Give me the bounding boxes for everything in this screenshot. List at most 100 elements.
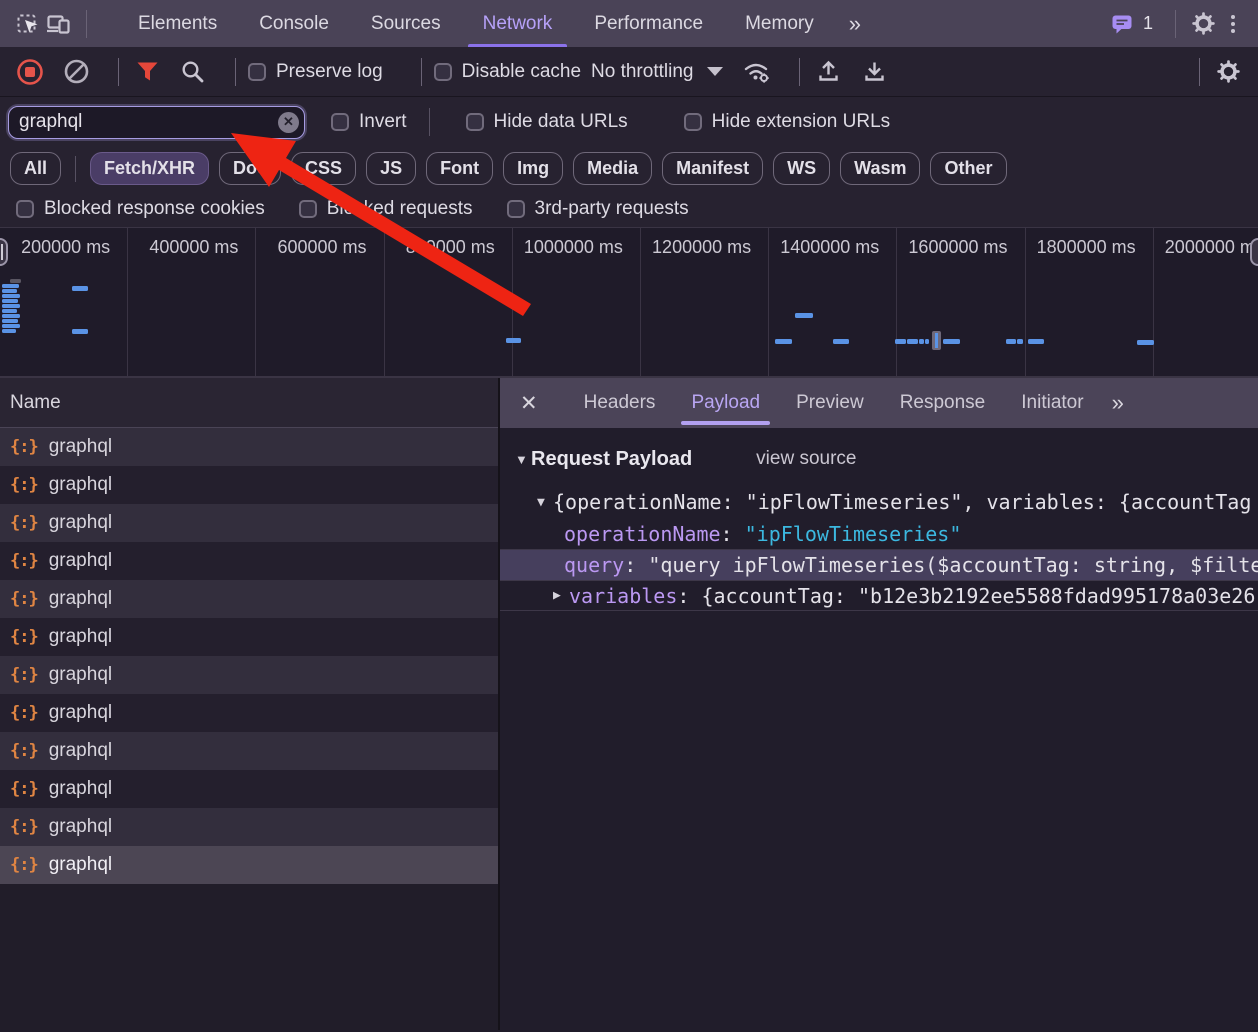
timeline-request-bar[interactable] xyxy=(795,313,813,318)
payload-root-row[interactable]: ▼ {operationName: "ipFlowTimeseries", va… xyxy=(500,486,1258,518)
preserve-log-checkbox[interactable]: Preserve log xyxy=(248,61,383,83)
expander-icon[interactable]: ▼ xyxy=(537,495,553,510)
search-button[interactable] xyxy=(177,56,209,88)
network-overview-timeline[interactable]: 200000 ms 400000 ms 600000 ms 800000 ms … xyxy=(0,228,1258,378)
request-row[interactable]: {:} graphql xyxy=(0,504,498,542)
more-details-tabs-button[interactable]: » xyxy=(1102,390,1132,416)
timeline-request-bar[interactable] xyxy=(1137,340,1154,345)
panel-tab[interactable]: Elements xyxy=(117,0,238,47)
timeline-request-bar[interactable] xyxy=(72,329,88,334)
filter-chip[interactable]: CSS xyxy=(291,152,356,185)
details-tab[interactable]: Response xyxy=(882,378,1004,428)
hide-extension-urls-checkbox[interactable]: Hide extension URLs xyxy=(684,111,890,133)
expander-icon[interactable]: ▶ xyxy=(553,588,569,603)
panel-tab[interactable]: Sources xyxy=(350,0,462,47)
timeline-request-bar[interactable] xyxy=(833,339,849,344)
timeline-request-bar[interactable] xyxy=(2,319,18,323)
details-tab[interactable]: Payload xyxy=(673,378,778,428)
network-settings-button[interactable] xyxy=(1212,56,1244,88)
timeline-request-bar[interactable] xyxy=(2,324,20,328)
name-column-header[interactable]: Name xyxy=(0,378,498,428)
settings-button[interactable] xyxy=(1188,9,1218,39)
request-row[interactable]: {:} graphql xyxy=(0,580,498,618)
hide-data-urls-checkbox[interactable]: Hide data URLs xyxy=(466,111,628,133)
filter-chip[interactable]: JS xyxy=(366,152,416,185)
advanced-filter-checkbox[interactable]: 3rd-party requests xyxy=(507,198,689,220)
timeline-request-bar[interactable] xyxy=(72,286,88,291)
panel-tab[interactable]: Console xyxy=(238,0,350,47)
timeline-request-bar[interactable] xyxy=(907,339,918,344)
details-tab[interactable]: Preview xyxy=(778,378,882,428)
device-toolbar-button[interactable] xyxy=(44,9,74,39)
filter-chip[interactable]: WS xyxy=(773,152,830,185)
payload-row-variables[interactable]: ▶ variables: {accountTag: "b12e3b2192ee5… xyxy=(500,580,1258,611)
details-tab[interactable]: Headers xyxy=(566,378,674,428)
import-har-button[interactable] xyxy=(812,56,844,88)
filter-chip[interactable]: Manifest xyxy=(662,152,763,185)
advanced-filter-checkbox[interactable]: Blocked requests xyxy=(299,198,473,220)
timeline-request-bar[interactable] xyxy=(1017,339,1023,344)
timeline-request-bar[interactable] xyxy=(2,309,17,313)
view-source-link[interactable]: view source xyxy=(756,448,856,470)
filter-chip[interactable]: Wasm xyxy=(840,152,920,185)
filter-chip[interactable]: Other xyxy=(930,152,1006,185)
timeline-scroll-handle-right[interactable] xyxy=(1250,238,1258,266)
inspect-element-button[interactable] xyxy=(14,9,44,39)
timeline-request-bar[interactable] xyxy=(2,294,20,298)
timeline-request-bar[interactable] xyxy=(943,339,960,344)
payload-row-query[interactable]: query: "query ipFlowTimeseries($accountT… xyxy=(500,549,1258,580)
filter-input[interactable] xyxy=(8,106,305,139)
filter-chip[interactable]: Media xyxy=(573,152,652,185)
panel-tab[interactable]: Memory xyxy=(724,0,835,47)
request-row[interactable]: {:} graphql xyxy=(0,732,498,770)
more-options-button[interactable] xyxy=(1218,9,1248,39)
clear-filter-button[interactable]: ✕ xyxy=(278,112,299,133)
filter-chip[interactable]: Img xyxy=(503,152,563,185)
payload-row-operationname[interactable]: operationName: "ipFlowTimeseries" xyxy=(500,518,1258,549)
timeline-request-bar[interactable] xyxy=(2,329,16,333)
section-expander-icon[interactable]: ▼ xyxy=(515,452,531,467)
timeline-request-bar[interactable] xyxy=(10,279,21,283)
timeline-request-bar[interactable] xyxy=(2,314,20,318)
request-row[interactable]: {:} graphql xyxy=(0,656,498,694)
disable-cache-checkbox[interactable]: Disable cache xyxy=(434,61,581,83)
console-messages-button[interactable] xyxy=(1107,9,1137,39)
request-row[interactable]: {:} graphql xyxy=(0,694,498,732)
timeline-request-bar[interactable] xyxy=(925,339,929,344)
timeline-request-bar[interactable] xyxy=(2,299,18,303)
request-row[interactable]: {:} graphql xyxy=(0,618,498,656)
timeline-request-bar[interactable] xyxy=(895,339,906,344)
timeline-request-bar[interactable] xyxy=(2,289,17,293)
clear-network-log-button[interactable] xyxy=(60,56,92,88)
request-row[interactable]: {:} graphql xyxy=(0,466,498,504)
timeline-request-bar[interactable] xyxy=(775,339,792,344)
timeline-request-bar[interactable] xyxy=(1028,339,1044,344)
panel-tab[interactable]: Network xyxy=(462,0,574,47)
timeline-request-bar[interactable] xyxy=(919,339,924,344)
timeline-request-bar[interactable] xyxy=(2,304,20,308)
filter-chip[interactable]: Doc xyxy=(219,152,281,185)
export-har-button[interactable] xyxy=(858,56,890,88)
timeline-request-bar[interactable] xyxy=(2,284,19,288)
request-row[interactable]: {:} graphql xyxy=(0,542,498,580)
filter-chip[interactable]: Fetch/XHR xyxy=(90,152,209,185)
advanced-filter-checkbox[interactable]: Blocked response cookies xyxy=(16,198,265,220)
invert-checkbox[interactable]: Invert xyxy=(331,111,407,133)
more-tabs-button[interactable]: » xyxy=(835,11,873,37)
filter-chip[interactable]: Font xyxy=(426,152,493,185)
request-row[interactable]: {:} graphql xyxy=(0,428,498,466)
filter-chip-all[interactable]: All xyxy=(10,152,61,185)
request-row[interactable]: {:} graphql xyxy=(0,808,498,846)
timeline-scroll-handle-left[interactable] xyxy=(0,238,8,266)
network-conditions-button[interactable] xyxy=(741,56,773,88)
close-details-button[interactable]: ✕ xyxy=(512,391,546,416)
filter-button[interactable] xyxy=(131,56,163,88)
timeline-request-bar[interactable] xyxy=(1006,339,1016,344)
panel-tab[interactable]: Performance xyxy=(573,0,724,47)
record-network-log-button[interactable] xyxy=(14,56,46,88)
details-tab[interactable]: Initiator xyxy=(1003,378,1101,428)
throttling-dropdown[interactable]: No throttling xyxy=(591,61,723,83)
request-row[interactable]: {:} graphql xyxy=(0,846,498,884)
request-row[interactable]: {:} graphql xyxy=(0,770,498,808)
timeline-request-bar[interactable] xyxy=(506,338,521,343)
